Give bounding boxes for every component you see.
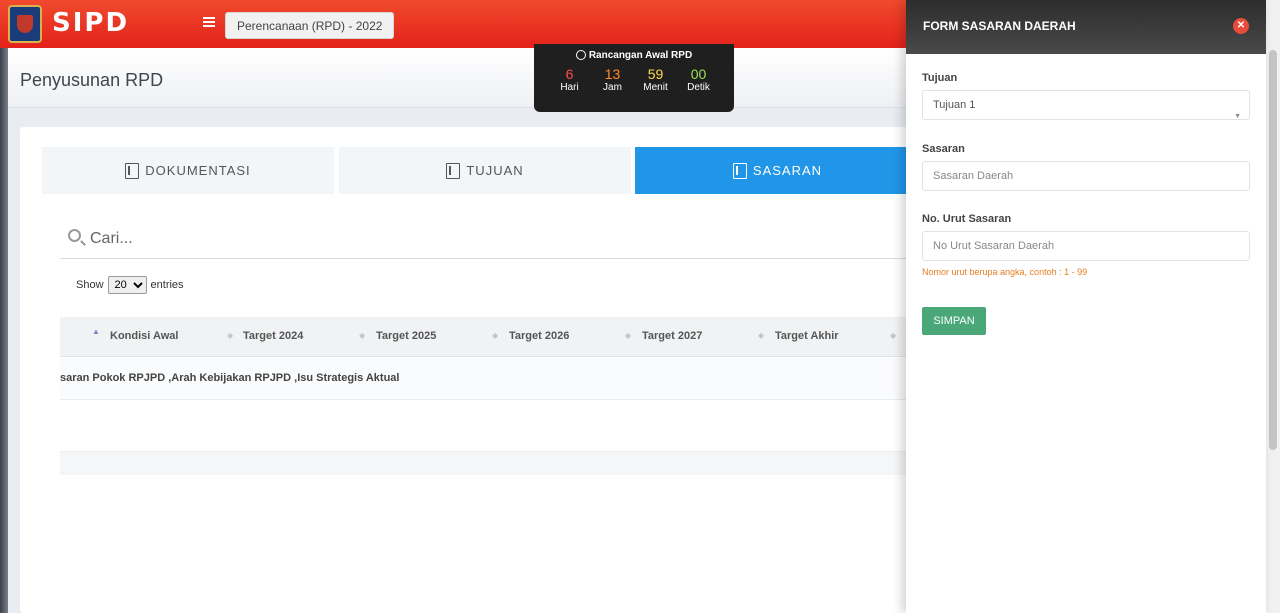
search-bar xyxy=(60,219,920,259)
countdown-minutes: 59 Menit xyxy=(643,66,668,93)
main-card: DOKUMENTASI TUJUAN SASARAN Show 20 entri… xyxy=(20,127,920,613)
no-urut-input[interactable] xyxy=(922,231,1250,261)
logo-icon xyxy=(8,5,42,43)
search-input[interactable] xyxy=(90,225,590,253)
page-scrollbar[interactable] xyxy=(1266,0,1280,613)
tab-dokumentasi[interactable]: DOKUMENTASI xyxy=(42,147,334,194)
column-header[interactable]: Kondisi Awal xyxy=(110,330,178,342)
column-header[interactable]: Target Akhir xyxy=(775,330,839,342)
sort-asc-icon[interactable]: ▲ xyxy=(92,327,100,336)
search-icon xyxy=(68,229,81,242)
countdown-timer: Rancangan Awal RPD 6 Hari 13 Jam 59 Meni… xyxy=(534,44,734,112)
sort-icon[interactable]: ◆ xyxy=(625,331,631,340)
panel-header: FORM SASARAN DAERAH ✕ xyxy=(906,0,1266,54)
countdown-days: 6 Hari xyxy=(560,66,579,93)
sort-icon[interactable]: ◆ xyxy=(890,331,896,340)
tujuan-select[interactable]: Tujuan 1 ▼ xyxy=(922,90,1250,120)
save-button[interactable]: SIMPAN xyxy=(922,307,986,335)
sort-icon[interactable]: ◆ xyxy=(359,331,365,340)
book-icon xyxy=(732,162,747,179)
brand-name: SIPD xyxy=(52,8,130,38)
countdown-seconds: 00 Detik xyxy=(687,66,710,93)
scrollbar-thumb[interactable] xyxy=(1269,50,1277,450)
form-sasaran-panel: FORM SASARAN DAERAH ✕ Tujuan Tujuan 1 ▼ … xyxy=(906,0,1266,613)
sort-icon[interactable]: ◆ xyxy=(227,331,233,340)
sasaran-input[interactable] xyxy=(922,161,1250,191)
tab-tujuan[interactable]: TUJUAN xyxy=(339,147,631,194)
column-header[interactable]: Target 2025 xyxy=(376,330,436,342)
no-urut-hint: Nomor urut berupa angka, contoh : 1 - 99 xyxy=(922,267,1088,277)
tab-sasaran[interactable]: SASARAN xyxy=(635,147,920,194)
book-icon xyxy=(446,162,461,179)
sasaran-label: Sasaran xyxy=(922,143,965,155)
sort-icon[interactable]: ◆ xyxy=(492,331,498,340)
column-header[interactable]: Target 2027 xyxy=(642,330,702,342)
table-cell: saran Pokok RPJPD ,Arah Kebijakan RPJPD … xyxy=(60,372,400,384)
book-icon xyxy=(125,162,140,179)
column-header[interactable]: Target 2024 xyxy=(243,330,303,342)
entries-control: Show 20 entries xyxy=(76,276,184,294)
countdown-title: Rancangan Awal RPD xyxy=(534,50,734,61)
table-footer-row xyxy=(60,451,920,475)
table-row: saran Pokok RPJPD ,Arah Kebijakan RPJPD … xyxy=(60,358,920,400)
close-icon[interactable]: ✕ xyxy=(1233,18,1249,34)
no-urut-label: No. Urut Sasaran xyxy=(922,213,1012,225)
table-header: ▲ Kondisi Awal ◆ Target 2024 ◆ Target 20… xyxy=(60,317,920,357)
left-edge-strip xyxy=(0,0,8,613)
stopwatch-icon xyxy=(575,50,586,60)
panel-title: FORM SASARAN DAERAH xyxy=(923,19,1076,33)
page-title: Penyusunan RPD xyxy=(20,70,164,90)
entries-select[interactable]: 20 xyxy=(107,276,147,294)
tujuan-label: Tujuan xyxy=(922,72,958,84)
year-selector-button[interactable]: Perencanaan (RPD) - 2022 xyxy=(225,12,395,39)
countdown-hours: 13 Jam xyxy=(603,66,622,93)
hamburger-menu-icon[interactable] xyxy=(203,17,215,27)
sort-icon[interactable]: ◆ xyxy=(758,331,764,340)
chevron-down-icon: ▼ xyxy=(1234,113,1241,120)
column-header[interactable]: Target 2026 xyxy=(509,330,569,342)
